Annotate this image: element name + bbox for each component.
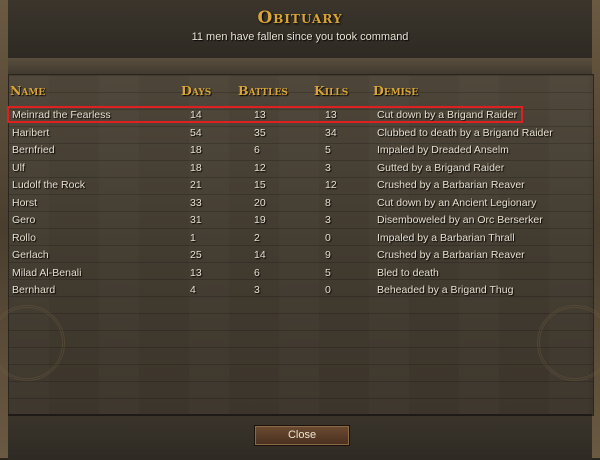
window-border-left [0,0,8,458]
header-divider-strip [8,58,592,75]
table-row[interactable]: Bernhard 4 3 0 Beheaded by a Brigand Thu… [8,282,592,299]
cell-battles: 3 [254,284,260,296]
cell-kills: 5 [325,266,331,279]
cell-days: 31 [190,214,202,226]
cell-kills: 5 [325,144,331,156]
cell-demise: Cut down by an Ancient Legionary [377,196,537,209]
cell-demise: Impaled by Dreaded Anselm [377,144,509,156]
cell-name: Rollo [12,231,36,244]
column-header-battles[interactable]: Battles [238,83,288,98]
table-row[interactable]: Bernfried 18 6 5 Impaled by Dreaded Anse… [8,142,592,159]
corner-knot-ornament [537,305,600,381]
cell-demise: Crushed by a Barbarian Reaver [377,179,525,191]
column-header-kills[interactable]: Kills [314,83,348,98]
page-title: Obituary [257,8,343,28]
cell-demise: Disemboweled by an Orc Berserker [377,214,543,226]
cell-name: Bernfried [12,144,55,156]
cell-battles: 12 [254,161,266,174]
cell-days: 18 [190,144,202,156]
cell-battles: 14 [254,249,266,261]
cell-kills: 9 [325,249,331,261]
cell-name: Gerlach [12,249,49,261]
column-header-days[interactable]: Days [181,83,211,98]
obituary-header: Obituary 11 men have fallen since you to… [8,0,592,60]
cell-days: 25 [190,249,202,261]
cell-days: 18 [190,161,202,174]
close-button[interactable]: Close [254,425,350,446]
table-row[interactable]: Gerlach 25 14 9 Crushed by a Barbarian R… [8,247,592,264]
cell-days: 1 [190,231,196,244]
table-row[interactable]: Rollo 1 2 0 Impaled by a Barbarian Thral… [8,230,592,247]
cell-kills: 3 [325,161,331,174]
cell-days: 21 [190,179,202,191]
cell-battles: 6 [254,144,260,156]
table-row[interactable]: Gero 31 19 3 Disemboweled by an Orc Bers… [8,212,592,229]
cell-kills: 34 [325,126,337,139]
cell-days: 13 [190,266,202,279]
cell-days: 33 [190,196,202,209]
cell-battles: 2 [254,231,260,244]
table-row[interactable]: Ludolf the Rock 21 15 12 Crushed by a Ba… [8,177,592,194]
cell-demise: Gutted by a Brigand Raider [377,161,505,174]
cell-name: Milad Al-Benali [12,266,82,279]
cell-kills: 0 [325,231,331,244]
cell-name: Bernhard [12,284,56,296]
table-row[interactable]: Haribert 54 35 34 Clubbed to death by a … [8,125,592,142]
cell-name: Haribert [12,126,50,139]
cell-name: Ludolf the Rock [12,179,85,191]
cell-battles: 6 [254,266,260,279]
table-row[interactable]: Ulf 18 12 3 Gutted by a Brigand Raider [8,160,592,177]
cell-battles: 15 [254,179,266,191]
cell-demise: Impaled by a Barbarian Thrall [377,231,515,244]
table-row[interactable]: Horst 33 20 8 Cut down by an Ancient Leg… [8,195,592,212]
cell-demise: Crushed by a Barbarian Reaver [377,249,525,261]
cell-name: Gero [12,214,36,226]
cell-kills: 8 [325,196,331,209]
cell-days: 54 [190,126,202,139]
cell-name: Horst [12,196,38,209]
cell-battles: 35 [254,126,266,139]
cell-kills: 12 [325,179,337,191]
page-subtitle: 11 men have fallen since you took comman… [191,31,409,43]
column-header-demise[interactable]: Demise [373,83,418,98]
cell-demise: Beheaded by a Brigand Thug [377,284,514,296]
table-row[interactable]: Milad Al-Benali 13 6 5 Bled to death [8,265,592,282]
cell-battles: 20 [254,196,266,209]
cell-days: 4 [190,284,196,296]
cell-demise: Bled to death [377,266,439,279]
cell-kills: 3 [325,214,331,226]
cell-demise: Clubbed to death by a Brigand Raider [377,126,553,139]
selected-row-highlight [7,106,523,123]
corner-knot-ornament [0,305,65,381]
column-header-name[interactable]: Name [10,83,45,98]
cell-battles: 19 [254,214,266,226]
cell-kills: 0 [325,284,331,296]
cell-name: Ulf [12,161,25,174]
